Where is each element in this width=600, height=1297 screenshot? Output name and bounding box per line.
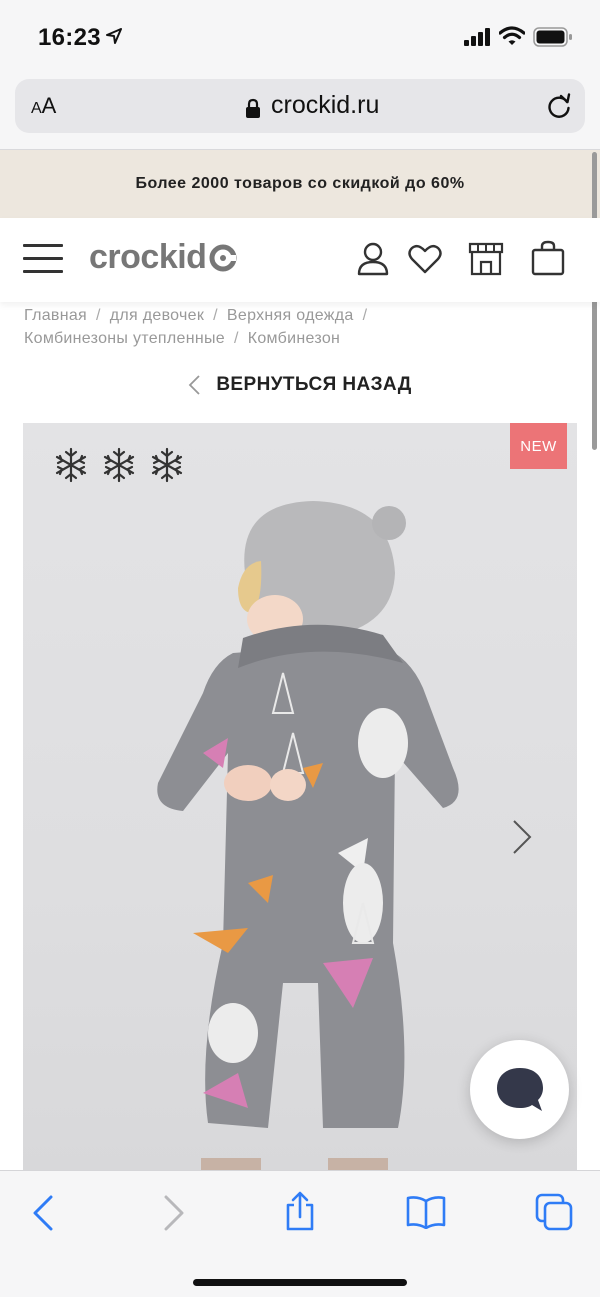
back-arrow-icon[interactable] [32, 1195, 54, 1231]
breadcrumb-separator: / [233, 330, 239, 347]
battery-icon [533, 27, 572, 47]
breadcrumb-outerwear[interactable]: Верхняя одежда [227, 307, 354, 324]
bookmarks-book-icon[interactable] [406, 1195, 446, 1229]
breadcrumb-home[interactable]: Главная [24, 307, 87, 324]
warmth-rating [53, 447, 185, 483]
snowflake-icon [55, 447, 87, 483]
cellular-signal-icon [464, 28, 490, 46]
breadcrumb-separator: / [213, 307, 218, 324]
promo-banner[interactable]: Более 2000 товаров со скидкой до 60% [0, 150, 600, 218]
chat-button[interactable] [470, 1040, 569, 1139]
status-time: 16:23 [38, 24, 101, 51]
chevron-left-icon [189, 375, 200, 395]
status-bar: 16:23 [0, 0, 600, 74]
logo-mark-icon [209, 244, 237, 271]
share-icon[interactable] [284, 1191, 316, 1231]
back-label: ВЕРНУТЬСЯ НАЗАД [216, 374, 412, 395]
browser-address-area: AA crockid.ru [0, 74, 600, 150]
snowflake-icon [103, 447, 135, 483]
snowflake-icon [151, 447, 183, 483]
reader-text-size-button[interactable]: AA [31, 93, 56, 119]
store-icon[interactable] [468, 242, 504, 276]
promo-text: Более 2000 товаров со скидкой до 60% [135, 175, 465, 192]
favorites-heart-icon[interactable] [408, 244, 442, 274]
user-account-icon[interactable] [357, 242, 389, 276]
back-link[interactable]: ВЕРНУТЬСЯ НАЗАД [0, 370, 600, 400]
chat-bubble-icon [496, 1067, 543, 1111]
logo-text: crockid [89, 238, 207, 276]
new-badge: NEW [510, 423, 567, 469]
breadcrumb-separator: / [96, 307, 101, 324]
wifi-icon [499, 26, 525, 45]
location-arrow-icon [106, 28, 122, 44]
forward-arrow-icon[interactable] [163, 1195, 185, 1231]
breadcrumb-separator: / [362, 307, 368, 324]
chevron-right-icon[interactable] [511, 819, 533, 855]
reload-icon[interactable] [546, 93, 572, 119]
breadcrumb-girls[interactable]: для девочек [110, 307, 204, 324]
url-text[interactable]: crockid.ru [271, 91, 379, 120]
address-bar[interactable]: AA crockid.ru [15, 79, 585, 133]
breadcrumb-insulated-overalls[interactable]: Комбинезоны утепленные [24, 330, 225, 347]
tabs-icon[interactable] [535, 1193, 573, 1231]
lock-icon [246, 98, 260, 118]
home-indicator[interactable] [193, 1279, 407, 1286]
hamburger-menu-icon[interactable] [23, 244, 63, 274]
site-header: crockid [0, 218, 600, 302]
shopping-bag-icon[interactable] [530, 240, 566, 276]
site-logo[interactable]: crockid [89, 238, 238, 277]
browser-toolbar [0, 1170, 600, 1297]
breadcrumb: Главная / для девочек / Верхняя одежда / Комби… [24, 304, 584, 350]
breadcrumb-current: Комбинезон [247, 330, 341, 347]
